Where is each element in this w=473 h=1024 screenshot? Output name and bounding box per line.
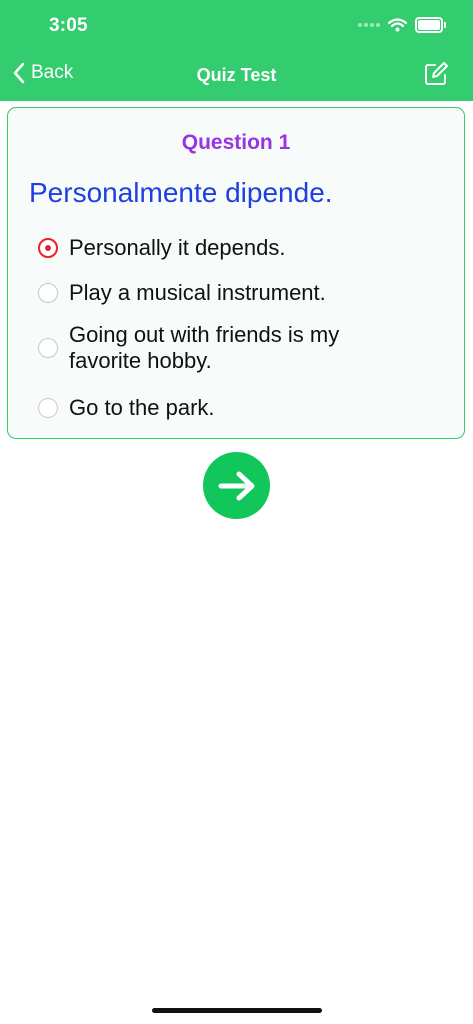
answer-option[interactable]: Personally it depends. bbox=[38, 235, 448, 261]
status-icons bbox=[358, 17, 446, 33]
status-time: 3:05 bbox=[49, 15, 88, 36]
radio-selected-icon[interactable] bbox=[38, 238, 58, 258]
signal-icon bbox=[358, 23, 380, 27]
radio-icon[interactable] bbox=[38, 398, 58, 418]
page-title: Quiz Test bbox=[196, 65, 277, 85]
radio-icon[interactable] bbox=[38, 283, 58, 303]
answer-label: Going out with friends is my favorite ho… bbox=[69, 322, 340, 373]
edit-button[interactable] bbox=[423, 61, 449, 92]
answer-label: Personally it depends. bbox=[69, 235, 286, 260]
question-number: Question 1 bbox=[181, 131, 291, 154]
home-indicator bbox=[152, 1008, 322, 1013]
question-card: Question 1 Personalmente dipende. Person… bbox=[7, 107, 465, 439]
answer-option[interactable]: Go to the park. bbox=[38, 395, 448, 421]
answer-label: Play a musical instrument. bbox=[69, 280, 326, 305]
answer-label: Go to the park. bbox=[69, 395, 215, 420]
next-button[interactable] bbox=[203, 452, 270, 519]
answer-option[interactable]: Play a musical instrument. bbox=[38, 280, 448, 306]
battery-icon bbox=[415, 17, 446, 33]
question-text: Personalmente dipende. bbox=[29, 177, 333, 208]
radio-icon[interactable] bbox=[38, 338, 58, 358]
arrow-right-icon bbox=[218, 471, 254, 500]
edit-square-icon bbox=[425, 62, 448, 85]
nav-header: 3:05 Back Quiz Test bbox=[0, 0, 473, 101]
wifi-icon bbox=[388, 18, 407, 32]
answer-option[interactable]: Going out with friends is my favorite ho… bbox=[38, 322, 398, 374]
